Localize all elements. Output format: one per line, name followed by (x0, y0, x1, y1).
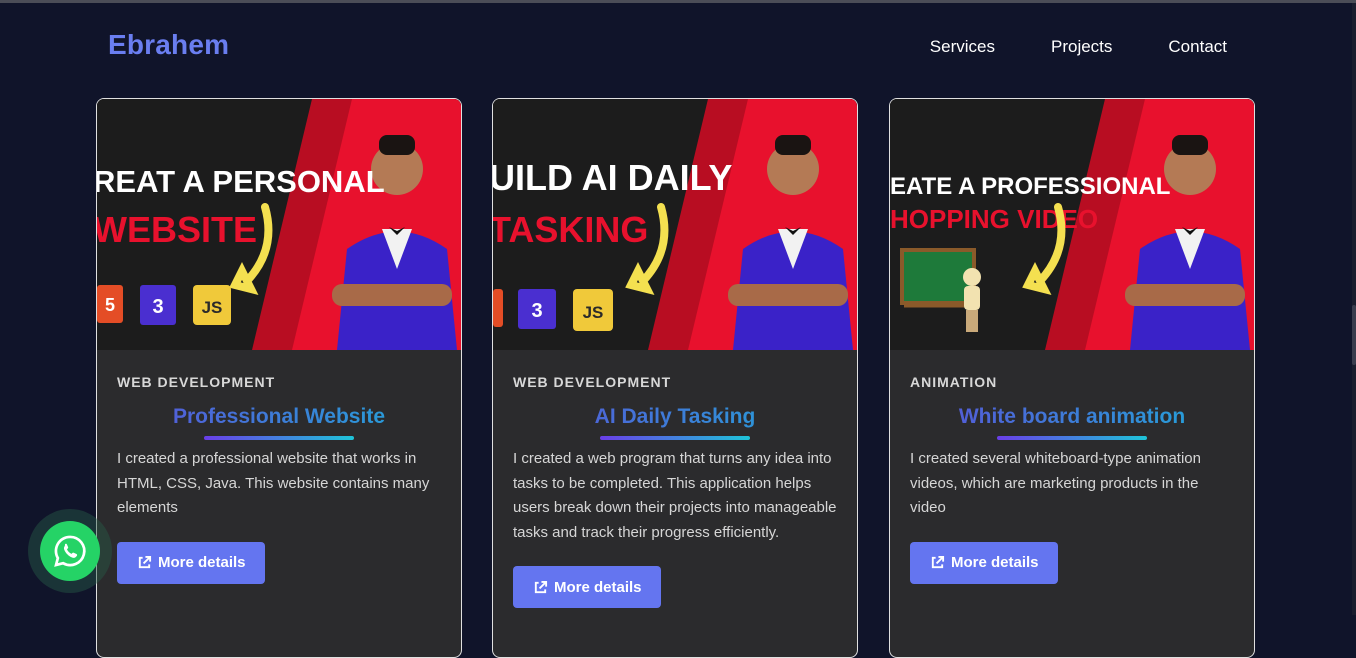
more-details-label: More details (158, 554, 246, 571)
whatsapp-button[interactable] (40, 521, 100, 581)
card-body: WEB DEVELOPMENT AI Daily Tasking I creat… (493, 374, 857, 608)
thumb-headline: EATE A PROFESSIONAL (890, 173, 1170, 200)
project-category: ANIMATION (910, 374, 998, 390)
svg-text:JS: JS (583, 303, 604, 322)
navbar: Ebrahem Services Projects Contact (0, 3, 1356, 91)
thumb-headline: REAT A PERSONAL (97, 164, 385, 199)
page-scrollbar-thumb[interactable] (1352, 305, 1356, 365)
card-body: ANIMATION White board animation I create… (890, 374, 1254, 584)
project-category: WEB DEVELOPMENT (117, 374, 276, 390)
title-underline (600, 436, 750, 440)
html5-icon (493, 289, 503, 327)
more-details-label: More details (951, 554, 1039, 571)
thumb-headline: UILD AI DAILY (493, 157, 732, 198)
nav-link-projects[interactable]: Projects (1051, 37, 1112, 57)
project-card: REAT A PERSONAL WEBSITE 5 3 JS WEB DEVEL… (96, 98, 462, 658)
project-thumbnail: EATE A PROFESSIONAL HOPPING VIDEO (890, 99, 1254, 350)
external-link-icon (534, 580, 548, 593)
thumb-subheadline: WEBSITE (97, 209, 257, 250)
nav-links: Services Projects Contact (930, 37, 1227, 57)
svg-text:3: 3 (531, 300, 542, 322)
thumb-subheadline: HOPPING VIDEO (890, 204, 1098, 234)
whatsapp-icon (54, 535, 86, 567)
project-description: I created several whiteboard-type animat… (910, 450, 1201, 516)
thumb-subheadline: TASKING (493, 209, 648, 250)
more-details-label: More details (554, 578, 642, 596)
project-title: White board animation (910, 405, 1234, 429)
nav-link-services[interactable]: Services (930, 37, 995, 57)
project-title: AI Daily Tasking (513, 405, 837, 429)
project-thumbnail: UILD AI DAILY TASKING 3 JS (493, 99, 857, 350)
title-underline (204, 436, 354, 440)
project-card: UILD AI DAILY TASKING 3 JS WEB DEVELOPME… (492, 98, 858, 658)
card-body: WEB DEVELOPMENT Professional Website I c… (97, 374, 461, 584)
svg-text:5: 5 (105, 295, 115, 315)
brand-logo[interactable]: Ebrahem (108, 29, 229, 61)
project-description: I created a web program that turns any i… (513, 450, 837, 541)
project-category: WEB DEVELOPMENT (513, 374, 672, 390)
more-details-button[interactable]: More details (910, 541, 1058, 584)
projects-grid: REAT A PERSONAL WEBSITE 5 3 JS WEB DEVEL… (96, 98, 1256, 658)
nav-link-contact[interactable]: Contact (1168, 37, 1227, 57)
svg-text:3: 3 (152, 296, 163, 318)
project-card: EATE A PROFESSIONAL HOPPING VIDEO ANIMAT… (889, 98, 1255, 658)
project-description: I created a professional website that wo… (117, 450, 430, 516)
more-details-button[interactable]: More details (513, 566, 661, 608)
more-details-button[interactable]: More details (117, 541, 265, 584)
title-underline (997, 436, 1147, 440)
external-link-icon (931, 555, 945, 569)
project-title: Professional Website (117, 405, 441, 429)
project-thumbnail: REAT A PERSONAL WEBSITE 5 3 JS (97, 99, 461, 350)
external-link-icon (138, 555, 152, 569)
svg-text:JS: JS (202, 298, 223, 317)
